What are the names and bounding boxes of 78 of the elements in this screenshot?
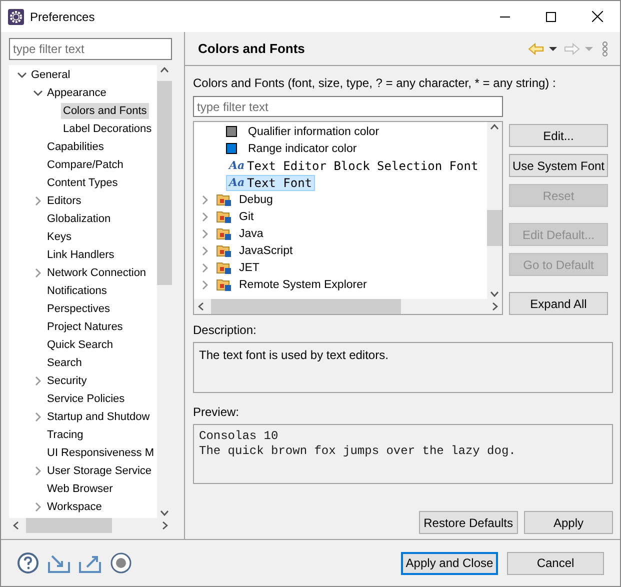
- page-title: Colors and Fonts: [198, 40, 305, 58]
- window-title: Preferences: [30, 8, 95, 26]
- font-icon: Aa: [229, 158, 247, 172]
- tree-item[interactable]: Service Policies: [45, 390, 127, 408]
- scrollbar-thumb[interactable]: [487, 210, 502, 246]
- tree-item[interactable]: Security: [45, 372, 89, 390]
- action-button[interactable]: Edit...: [509, 124, 608, 147]
- tree-item[interactable]: Git: [236, 208, 257, 224]
- tree-item[interactable]: Startup and Shutdow: [45, 408, 152, 426]
- export-icon[interactable]: [79, 553, 101, 573]
- tree-item[interactable]: Aa Text Editor Block Selection Font: [226, 158, 482, 174]
- tree-item[interactable]: Workspace: [45, 498, 104, 516]
- tree-item[interactable]: Web Browser: [45, 480, 115, 498]
- vertical-scrollbar[interactable]: [487, 122, 502, 299]
- folder-icon: [216, 209, 232, 224]
- tree-item[interactable]: Debug: [236, 192, 276, 208]
- tree-item[interactable]: Editors: [45, 192, 84, 210]
- tree-item[interactable]: User Storage Service: [45, 462, 154, 480]
- filter-field[interactable]: type filter text: [9, 38, 172, 60]
- tree-item[interactable]: Range indicator color: [245, 140, 360, 156]
- tree-item[interactable]: Java: [236, 226, 266, 242]
- tree-item[interactable]: Perspectives: [45, 300, 112, 318]
- tree-item[interactable]: Project Natures: [45, 318, 125, 336]
- help-icon[interactable]: [17, 552, 39, 574]
- chevron-icon[interactable]: [17, 70, 27, 80]
- tree-item[interactable]: Network Connection: [45, 264, 148, 282]
- folder-icon: [216, 192, 232, 207]
- tree-item[interactable]: Tracing: [45, 426, 86, 444]
- apply-and-close-button[interactable]: Apply and Close: [401, 552, 498, 574]
- forward-arrow-icon[interactable]: [564, 43, 580, 55]
- preview-text: Consolas 10: [199, 429, 280, 444]
- close-icon: [592, 11, 602, 22]
- description-box: The text font is used by text editors.: [193, 342, 613, 393]
- scrollbar-thumb[interactable]: [211, 299, 401, 314]
- tree-item[interactable]: UI Responsiveness M: [45, 444, 156, 462]
- tree-item[interactable]: Globalization: [45, 210, 113, 228]
- tree-item[interactable]: Quick Search: [45, 336, 116, 354]
- apply-button[interactable]: Apply: [524, 511, 613, 534]
- preview-label: Preview:: [193, 404, 240, 421]
- filter-label: Colors and Fonts (font, size, type, ? = any character, * = any string) :: [193, 75, 557, 92]
- tree-item[interactable]: Search: [45, 354, 84, 372]
- scrollbar-thumb[interactable]: [26, 518, 112, 533]
- chevron-icon[interactable]: [33, 88, 43, 98]
- restore-defaults-button[interactable]: Restore Defaults: [418, 511, 518, 534]
- tree-item[interactable]: JavaScript: [236, 242, 296, 258]
- action-button[interactable]: Expand All: [509, 292, 608, 315]
- horizontal-scrollbar[interactable]: [194, 299, 502, 314]
- description-label: Description:: [193, 322, 258, 339]
- tree-item[interactable]: Remote System Explorer: [236, 276, 370, 292]
- folder-icon: [216, 260, 232, 275]
- cancel-button[interactable]: Cancel: [507, 552, 604, 574]
- tree-item[interactable]: Label Decorations: [61, 120, 154, 138]
- tree-item[interactable]: Capabilities: [45, 138, 106, 156]
- gear-icon: [8, 8, 24, 24]
- tree-item[interactable]: JET: [236, 260, 262, 276]
- folder-icon: [216, 226, 232, 241]
- folder-icon: [216, 277, 232, 292]
- preview-text: The quick brown fox jumps over the lazy dog.: [199, 444, 517, 459]
- tree-item[interactable]: Link Handlers: [45, 246, 116, 264]
- maximize-icon: [546, 12, 556, 22]
- font-icon: Aa: [229, 176, 247, 190]
- tree-item[interactable]: General: [29, 66, 72, 84]
- tree-item[interactable]: Qualifier information color: [245, 124, 382, 140]
- dropdown-icon[interactable]: [548, 46, 558, 52]
- menu-icon[interactable]: [602, 41, 608, 57]
- tree-item[interactable]: Appearance: [45, 84, 108, 102]
- filter-field[interactable]: type filter text: [193, 96, 503, 117]
- action-button[interactable]: Use System Font: [509, 154, 608, 177]
- tree-item[interactable]: Notifications: [45, 282, 109, 300]
- scrollbar-thumb[interactable]: [157, 81, 172, 285]
- import-icon[interactable]: [48, 553, 70, 573]
- tree-item[interactable]: Aa Text Font: [226, 174, 316, 190]
- tree-item[interactable]: Keys: [45, 228, 74, 246]
- tree-item[interactable]: Compare/Patch: [45, 156, 126, 174]
- folder-icon: [216, 243, 232, 258]
- record-icon[interactable]: [110, 552, 132, 574]
- tree-item[interactable]: Content Types: [45, 174, 120, 192]
- tree-item[interactable]: Colors and Fonts: [61, 102, 149, 120]
